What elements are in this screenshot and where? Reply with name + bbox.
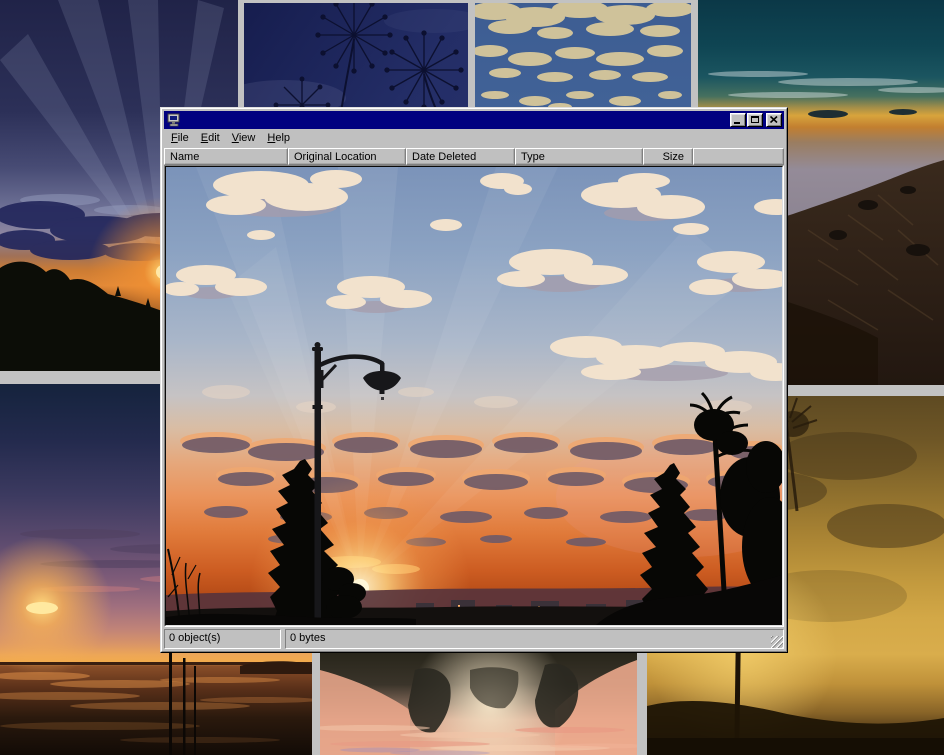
- menu-edit[interactable]: Edit: [195, 130, 226, 147]
- close-button[interactable]: [766, 113, 782, 127]
- close-icon: [770, 116, 778, 123]
- status-bar: 0 object(s) 0 bytes: [164, 627, 784, 649]
- column-header-original-location[interactable]: Original Location: [288, 148, 406, 165]
- computer-icon[interactable]: [167, 113, 181, 127]
- menu-file[interactable]: File: [165, 130, 195, 147]
- maximize-button[interactable]: [747, 113, 763, 127]
- status-bytes: 0 bytes: [285, 629, 784, 649]
- column-header-date-deleted[interactable]: Date Deleted: [406, 148, 515, 165]
- sunset-lamp-photo: [166, 167, 782, 625]
- title-bar[interactable]: [164, 111, 784, 129]
- desktop: { "window": { "title": "", "icon": "comp…: [0, 0, 944, 755]
- file-list-area[interactable]: [164, 165, 784, 627]
- column-header-empty[interactable]: [693, 148, 784, 165]
- menu-bar: File Edit View Help: [164, 129, 784, 148]
- column-header-name[interactable]: Name: [164, 148, 288, 165]
- client-border: [165, 166, 783, 626]
- column-header-type[interactable]: Type: [515, 148, 643, 165]
- menu-view[interactable]: View: [226, 130, 262, 147]
- column-header-row: Name Original Location Date Deleted Type…: [164, 148, 784, 165]
- column-header-size[interactable]: Size: [643, 148, 693, 165]
- window-frame: File Edit View Help Name Original Locati…: [161, 108, 787, 652]
- recycle-bin-window: File Edit View Help Name Original Locati…: [160, 107, 788, 653]
- menu-help[interactable]: Help: [261, 130, 296, 147]
- status-objects: 0 object(s): [164, 629, 281, 649]
- minimize-icon: [734, 122, 740, 124]
- minimize-button[interactable]: [730, 113, 746, 127]
- maximize-icon: [751, 116, 759, 123]
- resize-grip[interactable]: [771, 636, 783, 648]
